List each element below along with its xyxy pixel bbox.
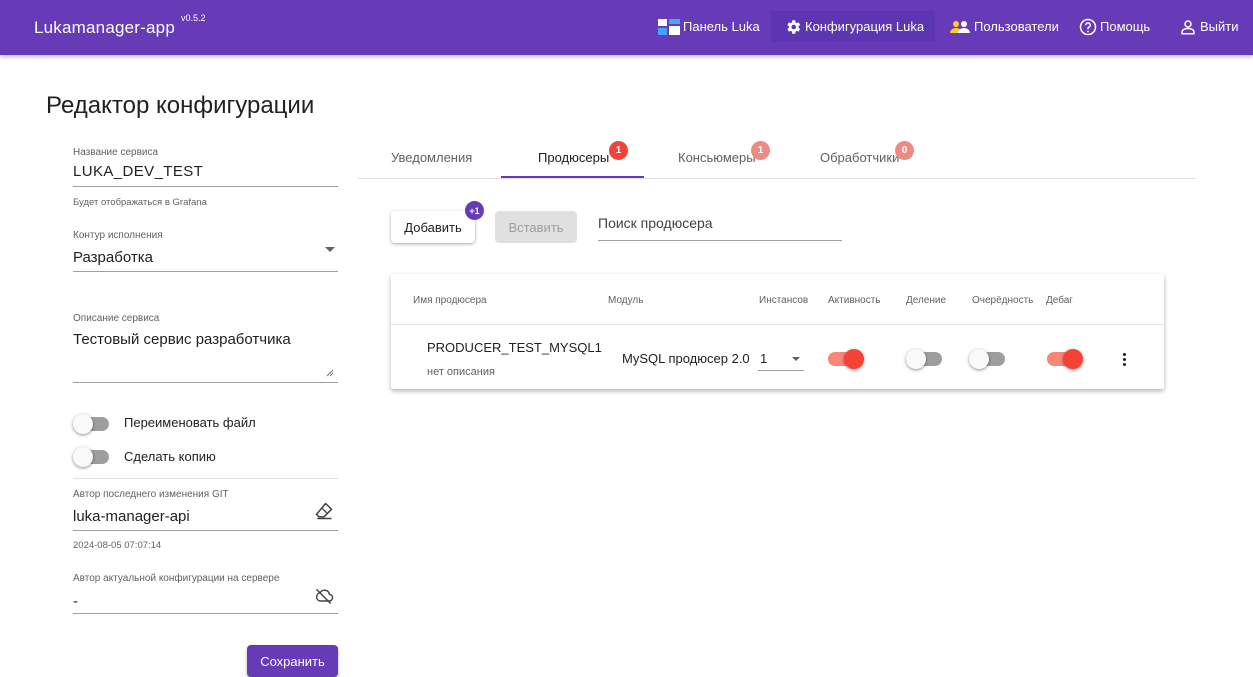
rename-file-switch[interactable] <box>73 414 109 434</box>
git-author-label: Автор последнего изменения GIT <box>73 489 229 500</box>
paste-button[interactable]: Вставить <box>495 211 577 243</box>
contour-label: Контур исполнения <box>73 230 163 241</box>
active-tab-indicator <box>501 176 644 178</box>
nav-config-label: Конфигурация Luka <box>805 19 925 34</box>
git-author-underline <box>73 530 338 531</box>
resize-handle-icon[interactable] <box>326 369 334 377</box>
help-circle-icon <box>1079 18 1097 36</box>
activity-switch[interactable] <box>828 349 864 369</box>
nav-dashboard[interactable]: Панель Luka <box>653 11 765 42</box>
description-textarea[interactable]: Описание сервиса Тестовый сервис разрабо… <box>73 313 338 383</box>
producer-search-input[interactable] <box>598 206 842 241</box>
app-title[interactable]: Lukamanager-app <box>34 18 175 38</box>
switch-knob <box>73 414 93 434</box>
debug-switch[interactable] <box>1047 349 1083 369</box>
server-author-underline <box>73 613 338 614</box>
nav-help-label: Помощь <box>1100 19 1151 34</box>
user-outline-icon <box>1179 18 1197 36</box>
producer-module: MySQL продюсер 2.0 <box>622 351 750 366</box>
instances-value: 1 <box>760 351 768 366</box>
app-bar: Lukamanager-app v0.5.2 Панель Luka Конфи… <box>0 0 1253 55</box>
gear-icon <box>784 18 802 36</box>
nav-logout[interactable]: Выйти <box>1174 11 1244 42</box>
instances-select[interactable]: 1 <box>758 346 804 371</box>
division-switch[interactable] <box>906 349 942 369</box>
contour-underline <box>73 271 338 272</box>
nav-help[interactable]: Помощь <box>1074 11 1155 42</box>
git-author-value: luka-manager-api <box>73 508 190 525</box>
app-version: v0.5.2 <box>181 13 206 23</box>
column-header-ordering: Очерёдность <box>972 295 1034 306</box>
make-copy-label: Сделать копию <box>124 449 216 464</box>
header-divider <box>391 324 1164 325</box>
add-producer-button[interactable]: Добавить <box>391 211 475 243</box>
column-header-name: Имя продюсера <box>413 295 487 306</box>
save-button[interactable]: Сохранить <box>247 645 338 677</box>
tab-bar: Уведомления Продюсеры 1 Консьюмеры 1 Обр… <box>358 138 1196 179</box>
service-name-value[interactable]: LUKA_DEV_TEST <box>73 163 338 180</box>
consumers-count-badge: 1 <box>751 141 770 160</box>
switch-knob <box>906 349 926 369</box>
nav-config[interactable]: Конфигурация Luka <box>771 11 935 42</box>
tab-consumers[interactable]: Консьюмеры <box>678 150 756 165</box>
tab-producers[interactable]: Продюсеры <box>538 150 609 165</box>
switch-knob <box>1063 349 1083 369</box>
contour-value[interactable]: Разработка <box>73 249 338 266</box>
description-label: Описание сервиса <box>73 313 160 324</box>
nav-logout-label: Выйти <box>1200 19 1239 34</box>
column-header-division: Деление <box>906 295 947 306</box>
chevron-down-icon[interactable] <box>325 247 335 252</box>
column-header-activity: Активность <box>828 295 881 306</box>
git-date: 2024-08-05 07:07:14 <box>73 540 162 551</box>
ordering-switch[interactable] <box>969 349 1005 369</box>
service-name-label: Название сервиса <box>73 147 159 158</box>
nav-dashboard-label: Панель Luka <box>683 19 760 34</box>
service-name-hint: Будет отображаться в Grafana <box>73 197 207 208</box>
dashboard-icon <box>658 18 680 35</box>
contour-select[interactable]: Контур исполнения Разработка <box>73 230 338 272</box>
tab-notifications[interactable]: Уведомления <box>391 150 472 165</box>
switch-knob <box>73 447 93 467</box>
producer-name[interactable]: PRODUCER_TEST_MYSQL1 <box>427 340 602 355</box>
users-icon <box>949 20 971 34</box>
divider <box>73 478 338 479</box>
service-name-field[interactable]: Название сервиса LUKA_DEV_TEST <box>73 147 338 187</box>
cloud-off-icon[interactable] <box>313 586 334 606</box>
git-author-field: Автор последнего изменения GIT luka-mana… <box>73 489 338 531</box>
eraser-icon[interactable] <box>314 501 334 521</box>
chevron-down-icon <box>792 357 800 361</box>
server-author-value: - <box>73 593 78 610</box>
column-header-module: Модуль <box>608 295 644 306</box>
nav-users[interactable]: Пользователи <box>944 11 1064 42</box>
more-vert-icon[interactable] <box>1117 349 1131 369</box>
add-count-badge: +1 <box>465 201 484 220</box>
producers-table: Имя продюсера Модуль Инстансов Активност… <box>391 274 1164 389</box>
handlers-count-badge: 0 <box>895 141 914 160</box>
column-header-debug: Дебаг <box>1046 295 1073 306</box>
service-name-underline <box>73 186 338 187</box>
producers-count-badge: 1 <box>609 141 628 160</box>
server-author-field: Автор актуальной конфигурации на сервере… <box>73 573 338 614</box>
server-author-label: Автор актуальной конфигурации на сервере <box>73 573 280 584</box>
switch-knob <box>969 349 989 369</box>
producer-description: нет описания <box>427 366 495 378</box>
switch-knob <box>844 349 864 369</box>
rename-file-label: Переименовать файл <box>124 415 256 430</box>
column-header-instances: Инстансов <box>759 295 809 306</box>
nav-users-label: Пользователи <box>974 19 1059 34</box>
make-copy-switch[interactable] <box>73 447 109 467</box>
page-title: Редактор конфигурации <box>46 92 315 119</box>
tab-handlers[interactable]: Обработчики <box>820 150 899 165</box>
description-value[interactable]: Тестовый сервис разработчика <box>73 331 338 348</box>
description-underline <box>73 382 338 383</box>
